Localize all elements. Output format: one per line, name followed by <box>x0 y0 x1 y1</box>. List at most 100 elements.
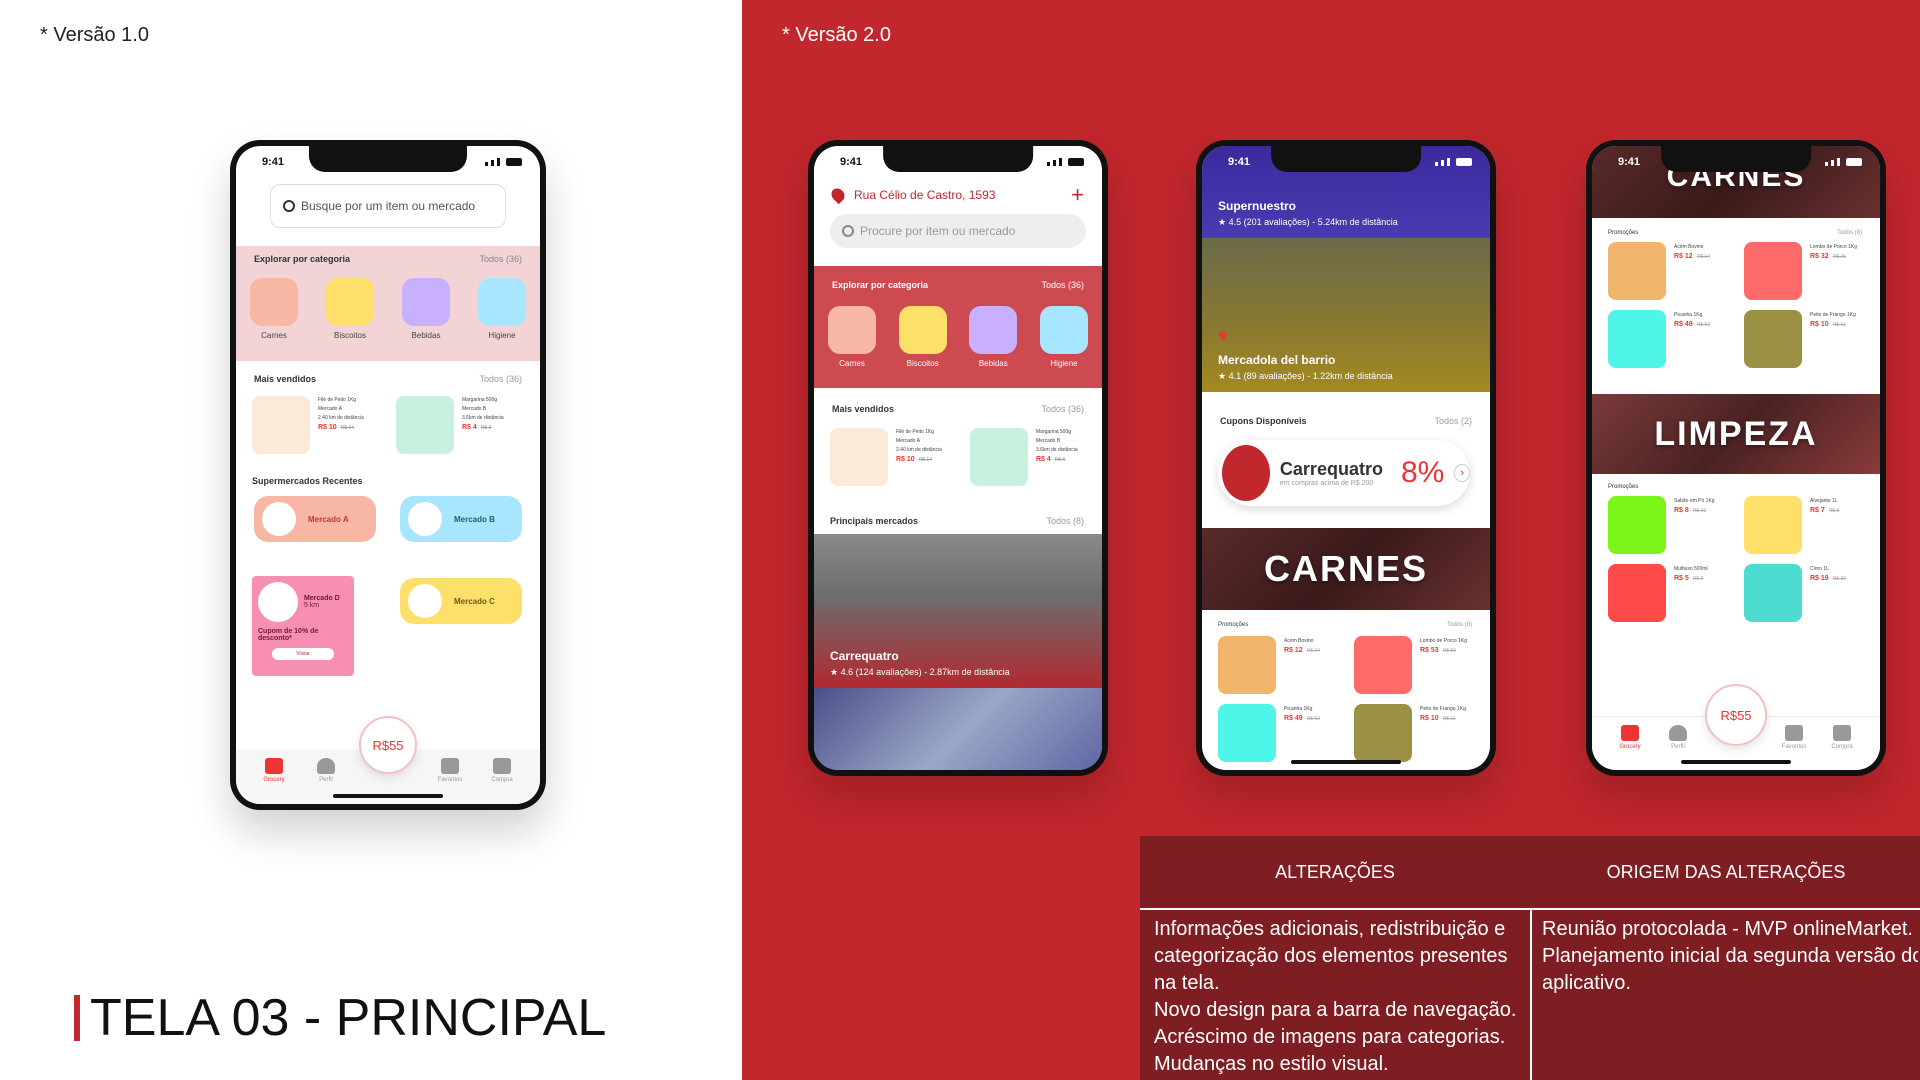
visit-button[interactable]: Visitar <box>272 648 334 660</box>
market-card-image[interactable] <box>814 688 1102 770</box>
product-info: Margarina 500g Mercado B 3.6km de distân… <box>462 396 504 454</box>
category-carnes[interactable]: Carnes <box>828 306 876 368</box>
nav-compra[interactable]: Compra <box>1822 725 1862 770</box>
promo-header: Promoções Todos (8) <box>1608 230 1862 236</box>
product-name: Acém Bovino <box>1284 638 1314 644</box>
category-tile <box>250 278 298 326</box>
nav-grocery[interactable]: Grocery <box>254 758 294 804</box>
bestsellers-all-link[interactable]: Todos (36) <box>479 374 522 384</box>
market-pill-b[interactable]: Mercado B <box>400 496 522 542</box>
promo-item[interactable]: Alvejante 1L R$ 7 R$ 8 <box>1744 496 1866 554</box>
promo-card[interactable]: Mercado D5 km Cupom de 10% de desconto* … <box>252 576 354 676</box>
category-biscoitos[interactable]: Biscoitos <box>898 306 947 368</box>
bestsellers-header: Mais vendidos Todos (36) <box>254 374 522 384</box>
promo-item[interactable]: Picanha 1Kg R$ 49 R$ 52 <box>1608 310 1730 368</box>
product-name: Filé de Peito 1Kg <box>896 429 935 435</box>
cart-total: R$55 <box>1720 707 1752 723</box>
promo-item[interactable]: Multiuso 500ml R$ 5 R$ 6 <box>1608 564 1730 622</box>
product-card[interactable]: Filé de Peito 1Kg Mercado A 2.40 km de d… <box>252 396 364 454</box>
product-image <box>1744 496 1802 554</box>
market-pill-c[interactable]: Mercado C <box>400 578 522 624</box>
star-icon: ★ <box>830 667 839 677</box>
page-title: TELA 03 - PRINCIPAL <box>74 988 606 1048</box>
product-name: Lombo de Porco 1Kg <box>1810 244 1857 250</box>
bestsellers-title: Mais vendidos <box>254 374 317 384</box>
nav-label: Perfil <box>319 777 333 783</box>
market-name: Mercado A <box>308 514 349 524</box>
promo-item[interactable]: Acém Bovino R$ 12 R$ 14 <box>1608 242 1730 300</box>
category-higiene[interactable]: Higiene <box>478 278 526 340</box>
promo-item[interactable]: Peito de Frango 1Kg R$ 10 R$ 11 <box>1354 704 1476 762</box>
category-bebidas[interactable]: Bebidas <box>969 306 1018 368</box>
category-biscoitos[interactable]: Biscoitos <box>326 278 374 340</box>
product-market: Mercado A <box>896 438 920 444</box>
promo-item[interactable]: Lombo de Porco 1Kg R$ 32 R$ 35 <box>1744 242 1866 300</box>
location-pin-icon <box>828 185 848 205</box>
product-card[interactable]: Margarina 500g Mercado B 3.6km de distân… <box>970 428 1078 486</box>
category-all-link[interactable]: Todos (36) <box>479 254 522 264</box>
cart-button[interactable]: R$55 <box>1705 684 1767 746</box>
product-card[interactable]: Filé de Peito 1Kg Mercado A 2.40 km de d… <box>830 428 942 486</box>
version-label: * Versão 2.0 <box>782 24 891 46</box>
nav-grocery[interactable]: Grocery <box>1610 725 1650 770</box>
promo-item[interactable]: Picanha 1Kg R$ 49 R$ 52 <box>1218 704 1340 762</box>
promo-item[interactable]: Acém Bovino R$ 12 R$ 14 <box>1218 636 1340 694</box>
table-line: categorização dos elementos presentes <box>1154 945 1508 967</box>
product-image <box>1744 564 1802 622</box>
search-input[interactable]: Busque por um item ou mercado <box>270 184 506 228</box>
category-section: Explorar por categoria Todos (36) Carnes… <box>814 266 1102 388</box>
category-higiene[interactable]: Higiene <box>1039 306 1088 368</box>
nav-compra[interactable]: Compra <box>482 758 522 804</box>
category-all-link[interactable]: Todos (36) <box>1041 280 1084 290</box>
product-image <box>1218 636 1276 694</box>
coupon-card[interactable]: Carrequatro em compras acima de R$ 200 8… <box>1218 440 1470 506</box>
category-tile <box>402 278 450 326</box>
product-distance: 3.6km de distância <box>1036 447 1078 453</box>
product-info: Picanha 1Kg R$ 49 R$ 52 <box>1674 310 1710 368</box>
category-bebidas[interactable]: Bebidas <box>402 278 450 340</box>
product-info: Filé de Peito 1Kg Mercado A 2.40 km de d… <box>896 428 942 486</box>
heart-icon[interactable]: ♥ <box>1218 328 1228 346</box>
promo-item[interactable]: Peito de Frango 1Kg R$ 10 R$ 11 <box>1744 310 1866 368</box>
category-banner-carnes[interactable]: CARNES <box>1202 528 1490 610</box>
market-card-mercadola[interactable]: ♥ Mercadola del barrio ★ 4.1 (89 avaliaç… <box>1202 238 1490 392</box>
table-column-divider <box>1530 908 1532 1080</box>
heart-icon <box>1785 725 1803 741</box>
market-card-carrequatro[interactable]: Carrequatro ★ 4.6 (124 avaliações) - 2.8… <box>814 534 1102 688</box>
product-price: R$ 19 <box>1810 575 1829 582</box>
product-info: Margarina 500g Mercado B 3.6km de distân… <box>1036 428 1078 486</box>
phone-v2-scroll-screen: 9:41 Supernuestro ★ 4.5 (201 avaliações)… <box>1202 146 1490 770</box>
address-bar[interactable]: Rua Célio de Castro, 1593 + <box>828 182 1084 208</box>
coupon-name: Carrequatro <box>1279 459 1383 479</box>
status-bar: 9:41 <box>1202 156 1490 172</box>
add-icon[interactable]: + <box>1071 182 1084 208</box>
product-image <box>1354 636 1412 694</box>
promo-item[interactable]: Lombo de Porco 1Kg R$ 53 R$ 59 <box>1354 636 1476 694</box>
market-logo <box>262 502 296 536</box>
product-price: R$ 4 <box>462 424 477 431</box>
promo-item[interactable]: Sabão em Pó 1Kg R$ 8 R$ 10 <box>1608 496 1730 554</box>
promo-all-link[interactable]: Todos (8) <box>1447 622 1472 628</box>
market-pill-a[interactable]: Mercado A <box>254 496 376 542</box>
product-old-price: R$ 11 <box>1442 716 1456 722</box>
product-name: Multiuso 500ml <box>1674 566 1708 572</box>
product-info: Multiuso 500ml R$ 5 R$ 6 <box>1674 564 1708 622</box>
product-image <box>396 396 454 454</box>
product-info: Lombo de Porco 1Kg R$ 53 R$ 59 <box>1420 636 1467 694</box>
cart-button[interactable]: R$55 <box>359 716 417 774</box>
coupons-all-link[interactable]: Todos (2) <box>1434 416 1472 426</box>
product-card[interactable]: Margarina 500g Mercado B 3.6km de distân… <box>396 396 504 454</box>
category-tile <box>828 306 876 354</box>
product-distance: 2.40 km de distância <box>318 415 364 421</box>
promo-all-link[interactable]: Todos (8) <box>1837 230 1862 236</box>
markets-all-link[interactable]: Todos (8) <box>1046 516 1084 526</box>
promo-item[interactable]: Cloro 1L R$ 19 R$ 22 <box>1744 564 1866 622</box>
category-banner-limpeza[interactable]: LIMPEZA <box>1592 394 1880 474</box>
bestsellers-all-link[interactable]: Todos (36) <box>1041 404 1084 414</box>
search-input[interactable]: Procure por item ou mercado <box>830 214 1086 248</box>
chevron-right-icon[interactable]: › <box>1454 464 1470 482</box>
nav-label: Favoritos <box>437 777 463 783</box>
category-carnes[interactable]: Carnes <box>250 278 298 340</box>
product-info: Alvejante 1L R$ 7 R$ 8 <box>1810 496 1839 554</box>
product-price: R$ 5 <box>1674 575 1689 582</box>
